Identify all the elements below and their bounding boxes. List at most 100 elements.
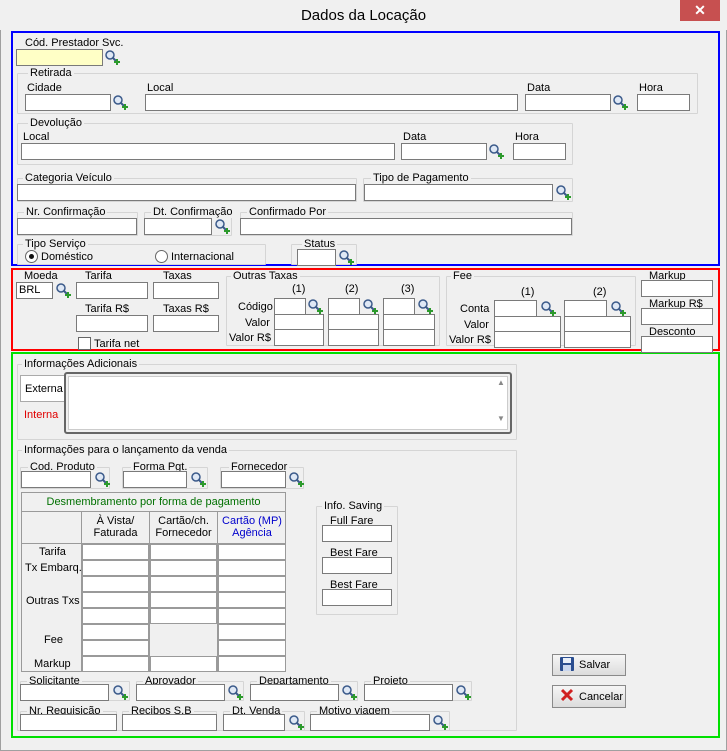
grid-cell[interactable] — [82, 576, 149, 592]
grid-cell[interactable] — [150, 544, 217, 560]
tarifa-net-checkbox[interactable] — [78, 337, 91, 350]
grid-cell[interactable] — [82, 640, 149, 656]
lookup-icon[interactable] — [338, 249, 354, 265]
local-devolucao-input[interactable] — [21, 143, 395, 160]
valor-rs-3-input[interactable] — [383, 329, 435, 346]
grid-cell[interactable] — [82, 624, 149, 640]
motivo-viagem-input[interactable] — [310, 714, 430, 731]
grid-cell[interactable] — [150, 576, 217, 592]
lookup-icon[interactable] — [94, 471, 110, 487]
lookup-icon[interactable] — [432, 714, 448, 730]
lookup-icon[interactable] — [540, 300, 556, 316]
hora-retirada-input[interactable] — [637, 94, 690, 111]
valor-rs-1-input[interactable] — [274, 329, 324, 346]
internacional-label[interactable]: Internacional — [171, 251, 234, 263]
data-devolucao-input[interactable] — [401, 143, 487, 160]
info-adicionais-textarea[interactable] — [68, 376, 508, 430]
grid-cell[interactable] — [218, 624, 286, 640]
tarifa-input[interactable] — [76, 282, 148, 299]
codigo-2-input[interactable] — [328, 298, 360, 315]
grid-cell[interactable] — [218, 640, 286, 656]
nr-confirmacao-input[interactable] — [17, 218, 137, 235]
lookup-icon[interactable] — [288, 471, 304, 487]
lookup-icon[interactable] — [362, 298, 378, 314]
markup-input[interactable] — [641, 280, 713, 297]
status-input[interactable] — [297, 249, 336, 266]
local-retirada-input[interactable] — [145, 94, 518, 111]
grid-cell[interactable] — [218, 656, 286, 672]
fee-valor-rs-1-input[interactable] — [494, 331, 561, 348]
hora-devolucao-input[interactable] — [513, 143, 566, 160]
lookup-icon[interactable] — [288, 714, 304, 730]
lookup-icon[interactable] — [112, 94, 128, 110]
dt-confirmacao-input[interactable] — [144, 218, 212, 235]
cod-produto-input[interactable] — [21, 471, 91, 488]
lookup-icon[interactable] — [341, 684, 357, 700]
moeda-input[interactable]: BRL — [16, 282, 53, 299]
domestico-radio[interactable] — [25, 250, 38, 263]
lookup-icon[interactable] — [104, 49, 120, 65]
grid-cell[interactable] — [218, 576, 286, 592]
grid-cell[interactable] — [218, 608, 286, 624]
lookup-icon[interactable] — [610, 300, 626, 316]
taxas-rs-input[interactable] — [153, 315, 219, 332]
fornecedor-input[interactable] — [221, 471, 286, 488]
salvar-button[interactable]: Salvar — [552, 654, 626, 676]
lookup-icon[interactable] — [307, 298, 323, 314]
valor-rs-2-input[interactable] — [328, 329, 379, 346]
tab-externa[interactable]: Externa — [20, 375, 64, 402]
grid-cell[interactable] — [150, 560, 217, 576]
confirmado-por-input[interactable] — [240, 218, 572, 235]
forma-pgt-input[interactable] — [123, 471, 187, 488]
cidade-input[interactable] — [25, 94, 111, 111]
tipo-pagamento-input[interactable] — [364, 184, 553, 201]
lookup-icon[interactable] — [190, 471, 206, 487]
lookup-icon[interactable] — [455, 684, 471, 700]
data-retirada-input[interactable] — [525, 94, 611, 111]
desconto-input[interactable] — [641, 336, 713, 353]
conta-1-input[interactable] — [494, 300, 537, 317]
internacional-radio[interactable] — [155, 250, 168, 263]
aprovador-input[interactable] — [136, 684, 225, 701]
lookup-icon[interactable] — [227, 684, 243, 700]
codigo-3-input[interactable] — [383, 298, 415, 315]
grid-cell[interactable] — [218, 544, 286, 560]
grid-cell[interactable] — [218, 560, 286, 576]
departamento-input[interactable] — [250, 684, 339, 701]
conta-2-input[interactable] — [564, 300, 607, 317]
lookup-icon[interactable] — [488, 143, 504, 159]
best-fare-1-input[interactable] — [322, 557, 392, 574]
cancelar-button[interactable]: Cancelar — [552, 685, 626, 708]
lookup-icon[interactable] — [112, 684, 128, 700]
grid-cell[interactable] — [150, 608, 217, 624]
grid-cell[interactable] — [82, 608, 149, 624]
dt-venda-input[interactable] — [223, 714, 285, 731]
domestico-label[interactable]: Doméstico — [41, 251, 93, 263]
grid-cell[interactable] — [82, 544, 149, 560]
tarifa-rs-input[interactable] — [76, 315, 148, 332]
grid-cell[interactable] — [82, 592, 149, 608]
nr-requisicao-input[interactable] — [20, 714, 117, 731]
codigo-1-input[interactable] — [274, 298, 306, 315]
taxas-input[interactable] — [153, 282, 219, 299]
tab-interna[interactable]: Interna — [24, 409, 58, 421]
close-button[interactable]: ✕ — [680, 0, 720, 21]
lookup-icon[interactable] — [55, 282, 71, 298]
scrollbar[interactable]: ▲ ▼ — [495, 377, 507, 429]
projeto-input[interactable] — [364, 684, 453, 701]
grid-cell[interactable] — [218, 592, 286, 608]
categoria-input[interactable] — [17, 184, 356, 201]
title-bar[interactable]: Dados da Locação ✕ — [0, 0, 727, 30]
best-fare-2-input[interactable] — [322, 589, 392, 606]
lookup-icon[interactable] — [612, 94, 628, 110]
grid-cell[interactable] — [82, 656, 149, 672]
full-fare-input[interactable] — [322, 525, 392, 542]
lookup-icon[interactable] — [417, 298, 433, 314]
cod-prestador-input[interactable] — [16, 49, 103, 66]
lookup-icon[interactable] — [214, 218, 230, 234]
tarifa-net-label[interactable]: Tarifa net — [94, 338, 139, 350]
recibos-sb-input[interactable] — [122, 714, 217, 731]
grid-cell[interactable] — [150, 656, 217, 672]
grid-cell[interactable] — [82, 560, 149, 576]
markup-rs-input[interactable] — [641, 308, 713, 325]
